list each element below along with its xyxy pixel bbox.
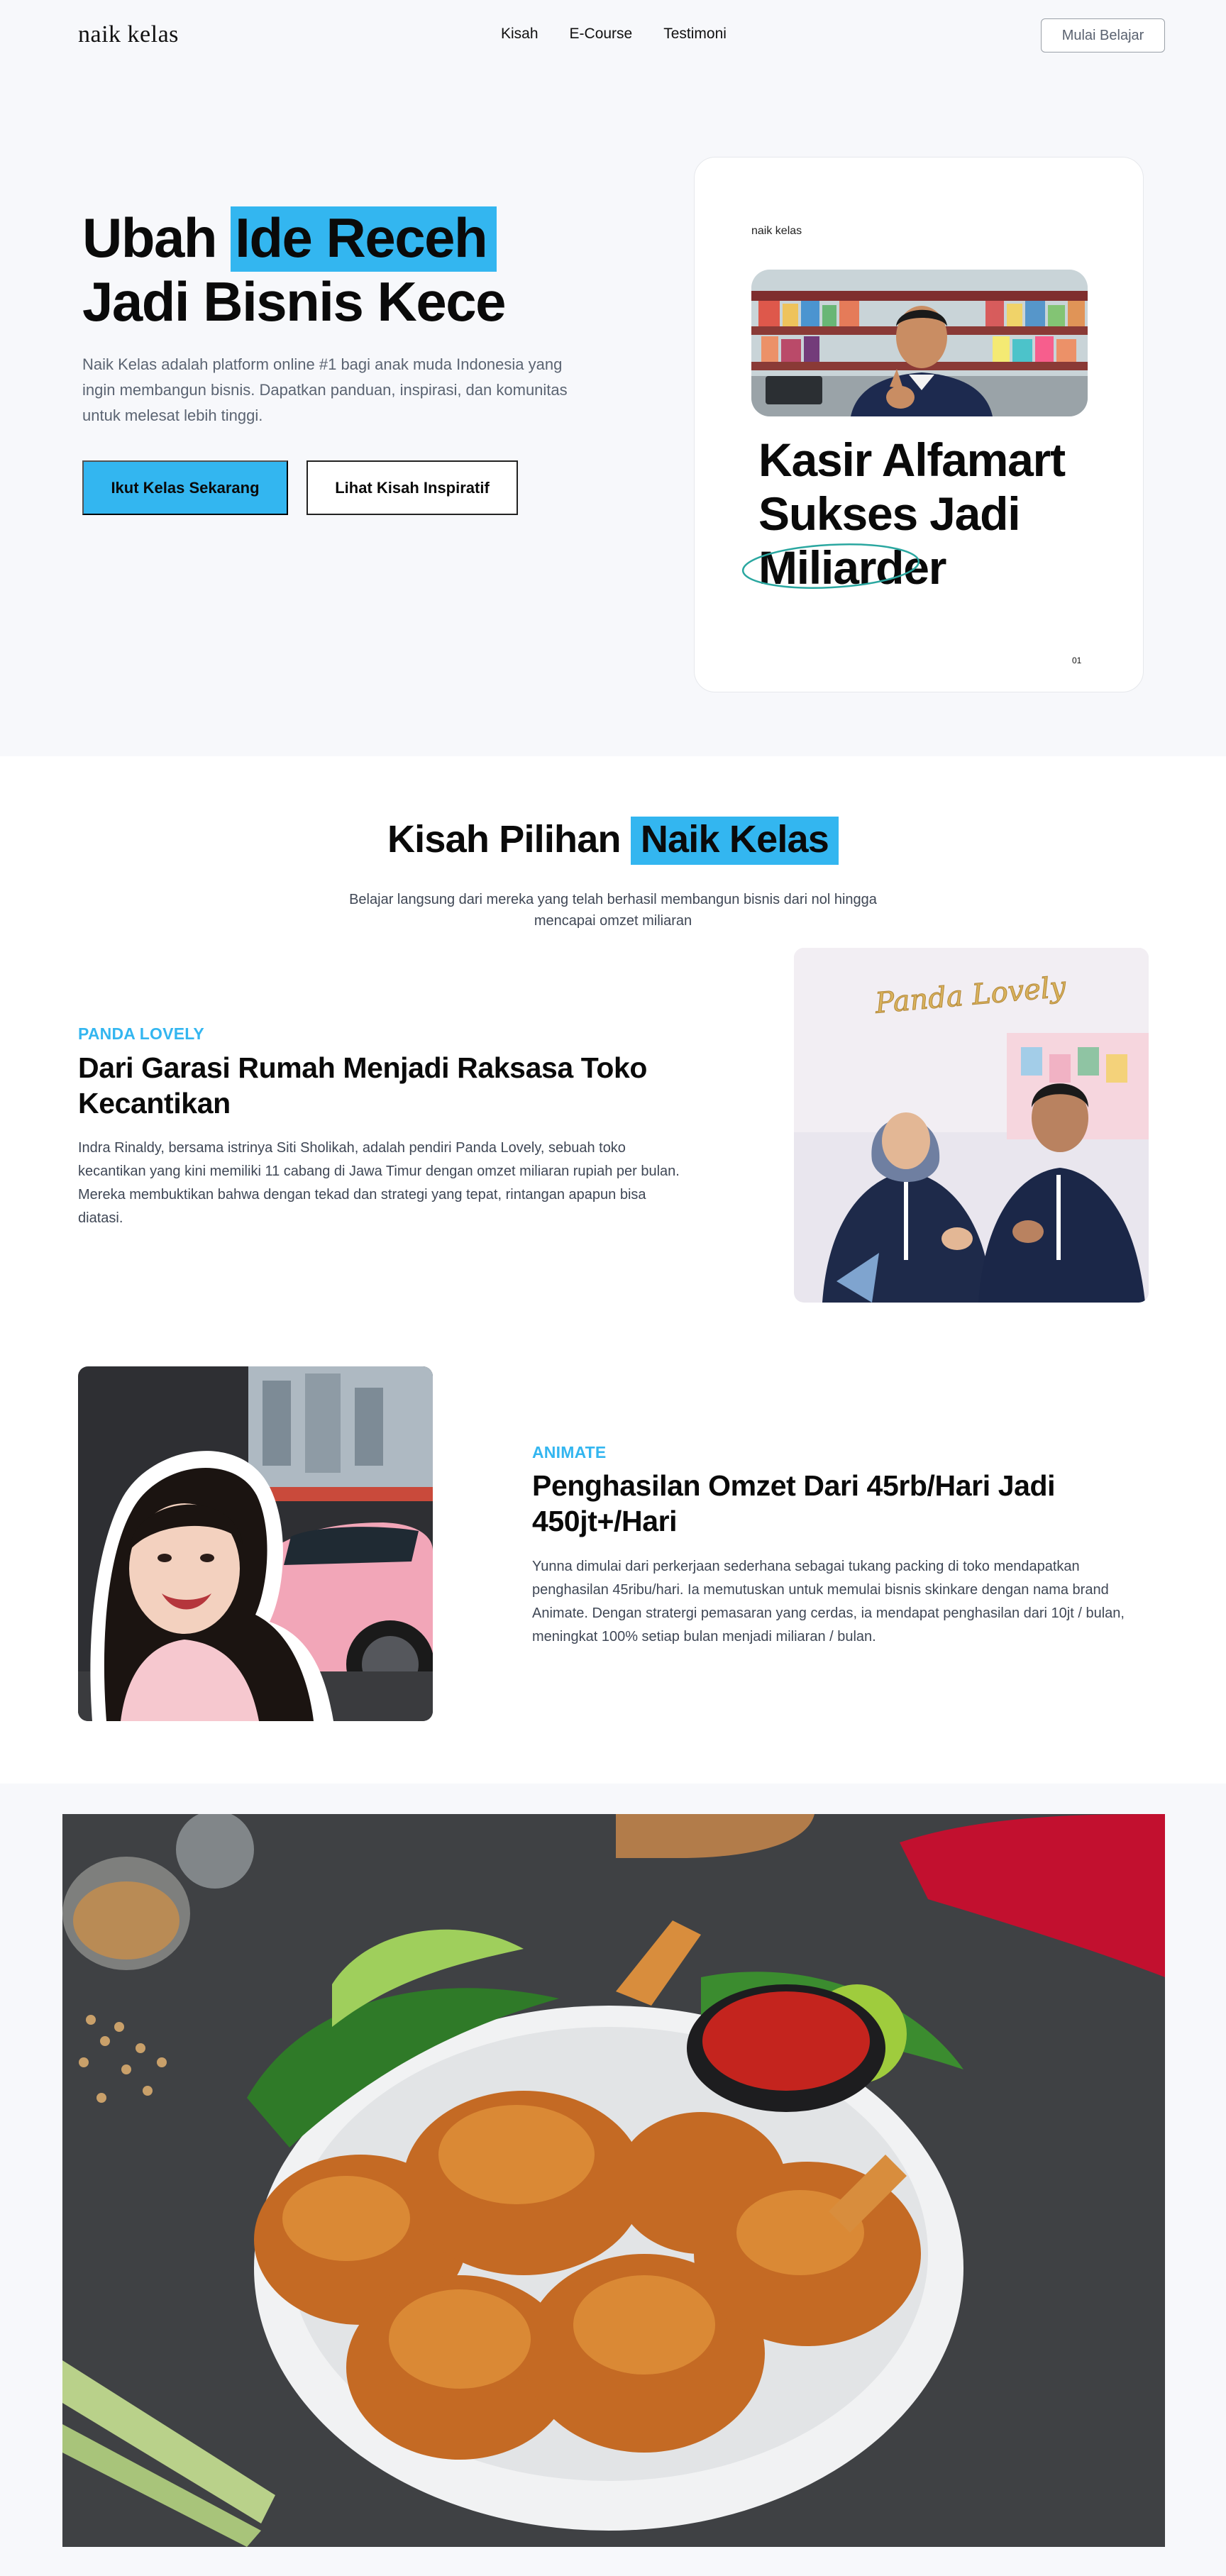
story-1-description: Indra Rinaldy, bersama istrinya Siti Sho…	[78, 1140, 680, 1226]
hero-story-card[interactable]: naik kelas Kasir Alfamart Sukses Jadi Mi…	[694, 157, 1144, 692]
hero-title-highlight: Ide Receh	[231, 206, 497, 272]
mulai-belajar-button[interactable]: Mulai Belajar	[1041, 18, 1165, 52]
nav-link-testimoni[interactable]: Testimoni	[663, 26, 727, 43]
stories-subtitle: Belajar langsung dari mereka yang telah …	[349, 892, 877, 929]
nav-link-ecourse[interactable]: E-Course	[570, 26, 633, 43]
story-2-tag: ANIMATE	[532, 1443, 607, 1461]
nav-link-kisah[interactable]: Kisah	[501, 26, 539, 43]
hero-section: Ubah Ide Receh Jadi Bisnis Kece Naik Kel…	[0, 71, 1226, 756]
story-2-image[interactable]	[78, 1366, 433, 1721]
fried-chicken-illustration	[62, 1814, 1165, 2547]
site-logo[interactable]: naik kelas	[78, 21, 179, 48]
card-title-line2: Sukses Jadi	[758, 487, 1021, 540]
highlight-ellipse-icon	[741, 543, 920, 589]
stories-section: Kisah Pilihan Naik Kelas Belajar langsun…	[0, 756, 1226, 1784]
story-1-tag: PANDA LOVELY	[78, 1024, 204, 1043]
panda-lovely-photo-illustration: Panda Lovely	[794, 948, 1149, 1303]
lihat-kisah-button[interactable]: Lihat Kisah Inspiratif	[306, 460, 518, 515]
hero-title: Ubah Ide Receh Jadi Bisnis Kece	[82, 206, 506, 333]
stories-title-highlight: Naik Kelas	[630, 817, 839, 865]
nav-links: Kisah E-Course Testimoni	[501, 26, 727, 43]
hero-title-part1: Ubah	[82, 206, 231, 269]
animate-founder-photo-illustration	[78, 1366, 433, 1721]
stories-title: Kisah Pilihan Naik Kelas	[0, 817, 1226, 865]
ikut-kelas-button[interactable]: Ikut Kelas Sekarang	[82, 460, 288, 515]
story-1-image[interactable]: Panda Lovely	[794, 948, 1149, 1303]
top-navbar: naik kelas Kisah E-Course Testimoni Mula…	[0, 0, 1226, 71]
story-2-description: Yunna dimulai dari perkerjaan sederhana …	[532, 1559, 1125, 1644]
story-2-title: Penghasilan Omzet Dari 45rb/Hari Jadi 45…	[532, 1469, 1056, 1537]
food-banner-image	[62, 1814, 1165, 2547]
cashier-photo-illustration	[751, 270, 1088, 416]
card-brand: naik kelas	[751, 225, 802, 237]
hero-title-line2: Jadi Bisnis Kece	[82, 270, 506, 333]
card-title-line1: Kasir Alfamart	[758, 433, 1066, 486]
card-photo	[751, 270, 1088, 416]
story-1-title: Dari Garasi Rumah Menjadi Raksasa Toko K…	[78, 1051, 648, 1120]
hero-description: Naik Kelas adalah platform online #1 bag…	[82, 355, 568, 424]
stories-title-part1: Kisah Pilihan	[387, 818, 631, 861]
card-page-number: 01	[1072, 656, 1082, 665]
